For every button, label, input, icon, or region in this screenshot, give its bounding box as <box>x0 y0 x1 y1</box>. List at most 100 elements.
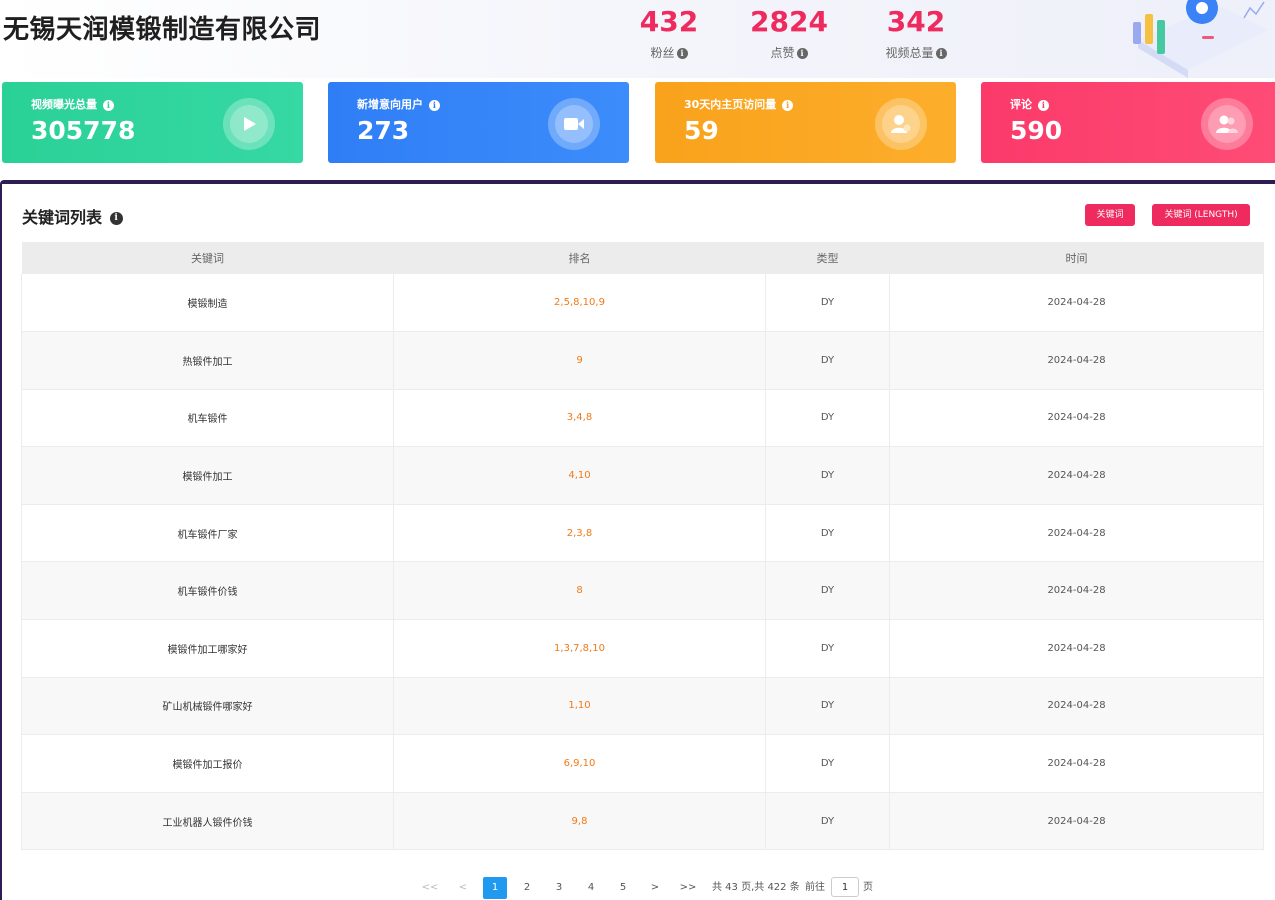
page-4-button[interactable]: 4 <box>579 877 603 899</box>
card-value: 59 <box>684 116 719 145</box>
card-title: 30天内主页访问量 i <box>684 96 794 112</box>
rank-cell: 6,9,10 <box>393 734 766 793</box>
col-type[interactable]: 类型 <box>765 242 890 274</box>
type-cell: DY <box>765 446 890 505</box>
keyword-length-button[interactable]: 关键词 (LENGTH) <box>1152 204 1250 226</box>
card-title: 评论 i <box>1010 96 1049 112</box>
keyword-cell: 模锻件加工报价 <box>21 734 394 793</box>
card-video-exposure: 视频曝光总量 i 305778 <box>2 82 303 163</box>
type-cell: DY <box>765 561 890 621</box>
info-icon[interactable]: i <box>428 99 440 111</box>
page-5-button[interactable]: 5 <box>611 877 635 899</box>
rank-cell: 1,10 <box>393 677 766 736</box>
rank-cell: 9,8 <box>393 792 766 851</box>
card-title: 视频曝光总量 i <box>31 96 114 112</box>
rank-cell: 1,3,7,8,10 <box>393 619 766 678</box>
type-cell: DY <box>765 619 890 678</box>
table-row: 模锻件加工报价 6,9,10 DY 2024-04-28 <box>21 734 1264 793</box>
col-keyword[interactable]: 关键词 <box>21 242 394 274</box>
type-cell: DY <box>765 677 890 736</box>
info-icon[interactable]: i <box>796 48 808 59</box>
play-icon <box>223 98 275 150</box>
rank-cell: 4,10 <box>393 446 766 505</box>
card-value: 273 <box>357 116 410 145</box>
keyword-cell: 矿山机械锻件哪家好 <box>21 677 394 736</box>
keyword-table: 关键词 排名 类型 时间 模锻制造 2,5,8,10,9 DY 2024-04-28 … <box>21 242 1264 851</box>
type-cell: DY <box>765 331 890 390</box>
goto-label: 前往 <box>805 882 825 893</box>
page-1-button[interactable]: 1 <box>483 877 507 899</box>
info-icon[interactable]: i <box>109 212 123 225</box>
keyword-cell: 工业机器人锻件价钱 <box>21 792 394 851</box>
first-page-button[interactable]: << <box>418 877 442 899</box>
col-time[interactable]: 时间 <box>889 242 1264 274</box>
stat-fans: 432 粉丝 i <box>614 4 724 61</box>
time-cell: 2024-04-28 <box>889 734 1264 793</box>
info-icon[interactable]: i <box>1037 99 1049 111</box>
stat-videos: 342 视频总量 i <box>861 4 971 61</box>
time-cell: 2024-04-28 <box>889 677 1264 736</box>
rank-cell: 2,3,8 <box>393 504 766 563</box>
time-cell: 2024-04-28 <box>889 446 1264 505</box>
rank-cell: 3,4,8 <box>393 389 766 448</box>
card-new-leads: 新增意向用户 i 273 <box>328 82 629 163</box>
type-cell: DY <box>765 274 890 333</box>
stat-fans-value: 432 <box>639 5 699 38</box>
next-page-button[interactable]: > <box>643 877 667 899</box>
stat-likes-label: 点赞 i <box>734 44 844 61</box>
card-value: 305778 <box>31 116 136 145</box>
card-title: 新增意向用户 i <box>357 96 440 112</box>
stat-videos-label: 视频总量 i <box>861 44 971 61</box>
table-row: 矿山机械锻件哪家好 1,10 DY 2024-04-28 <box>21 677 1264 736</box>
rank-cell: 8 <box>393 561 766 621</box>
stat-videos-value: 342 <box>886 5 946 38</box>
keyword-button[interactable]: 关键词 <box>1085 204 1135 226</box>
table-row: 模锻件加工哪家好 1,3,7,8,10 DY 2024-04-28 <box>21 619 1264 678</box>
info-icon[interactable]: i <box>935 48 947 59</box>
keyword-cell: 机车锻件 <box>21 389 394 448</box>
users-icon <box>1201 98 1253 150</box>
table-row: 工业机器人锻件价钱 9,8 DY 2024-04-28 <box>21 792 1264 851</box>
type-cell: DY <box>765 504 890 563</box>
time-cell: 2024-04-28 <box>889 561 1264 621</box>
col-rank[interactable]: 排名 <box>393 242 766 274</box>
keyword-cell: 模锻制造 <box>21 274 394 333</box>
time-cell: 2024-04-28 <box>889 792 1264 851</box>
company-name: 无锡天润模锻制造有限公司 <box>3 15 322 45</box>
card-value: 590 <box>1010 116 1063 145</box>
keyword-panel: 关键词列表 i 关键词 关键词 (LENGTH) 关键词 排名 类型 时间 模锻… <box>0 180 1275 900</box>
table-row: 热锻件加工 9 DY 2024-04-28 <box>21 331 1264 390</box>
prev-page-button[interactable]: < <box>451 877 475 899</box>
rank-cell: 9 <box>393 331 766 390</box>
pagination: << < 1 2 3 4 5 > >> 共 43 页,共 422 条 前往 页 <box>2 877 1275 899</box>
last-page-button[interactable]: >> <box>676 877 700 899</box>
table-row: 机车锻件 3,4,8 DY 2024-04-28 <box>21 389 1264 448</box>
stat-likes: 2824 点赞 i <box>734 4 844 61</box>
rank-cell: 2,5,8,10,9 <box>393 274 766 333</box>
keyword-cell: 机车锻件价钱 <box>21 561 394 621</box>
card-comments: 评论 i 590 <box>981 82 1275 163</box>
info-icon[interactable]: i <box>782 99 794 111</box>
keyword-cell: 机车锻件厂家 <box>21 504 394 563</box>
keyword-cell: 热锻件加工 <box>21 331 394 390</box>
table-row: 机车锻件厂家 2,3,8 DY 2024-04-28 <box>21 504 1264 563</box>
info-icon[interactable]: i <box>676 48 688 59</box>
info-icon[interactable]: i <box>102 99 114 111</box>
stat-fans-label: 粉丝 i <box>614 44 724 61</box>
stat-likes-value: 2824 <box>750 5 828 38</box>
time-cell: 2024-04-28 <box>889 331 1264 390</box>
header: 无锡天润模锻制造有限公司 432 粉丝 i 2824 点赞 i 342 视频总量 i <box>0 0 1275 78</box>
page-summary: 共 43 页,共 422 条 <box>712 882 800 893</box>
page-2-button[interactable]: 2 <box>515 877 539 899</box>
video-camera-icon <box>548 98 600 150</box>
table-row: 模锻件加工 4,10 DY 2024-04-28 <box>21 446 1264 505</box>
goto-suffix: 页 <box>863 882 873 893</box>
user-heart-icon <box>875 98 927 150</box>
card-homepage-visits: 30天内主页访问量 i 59 <box>655 82 956 163</box>
table-row: 机车锻件价钱 8 DY 2024-04-28 <box>21 561 1264 621</box>
chart-illustration-icon <box>1133 0 1268 78</box>
page-3-button[interactable]: 3 <box>547 877 571 899</box>
goto-page-input[interactable] <box>831 877 859 897</box>
time-cell: 2024-04-28 <box>889 389 1264 448</box>
type-cell: DY <box>765 389 890 448</box>
